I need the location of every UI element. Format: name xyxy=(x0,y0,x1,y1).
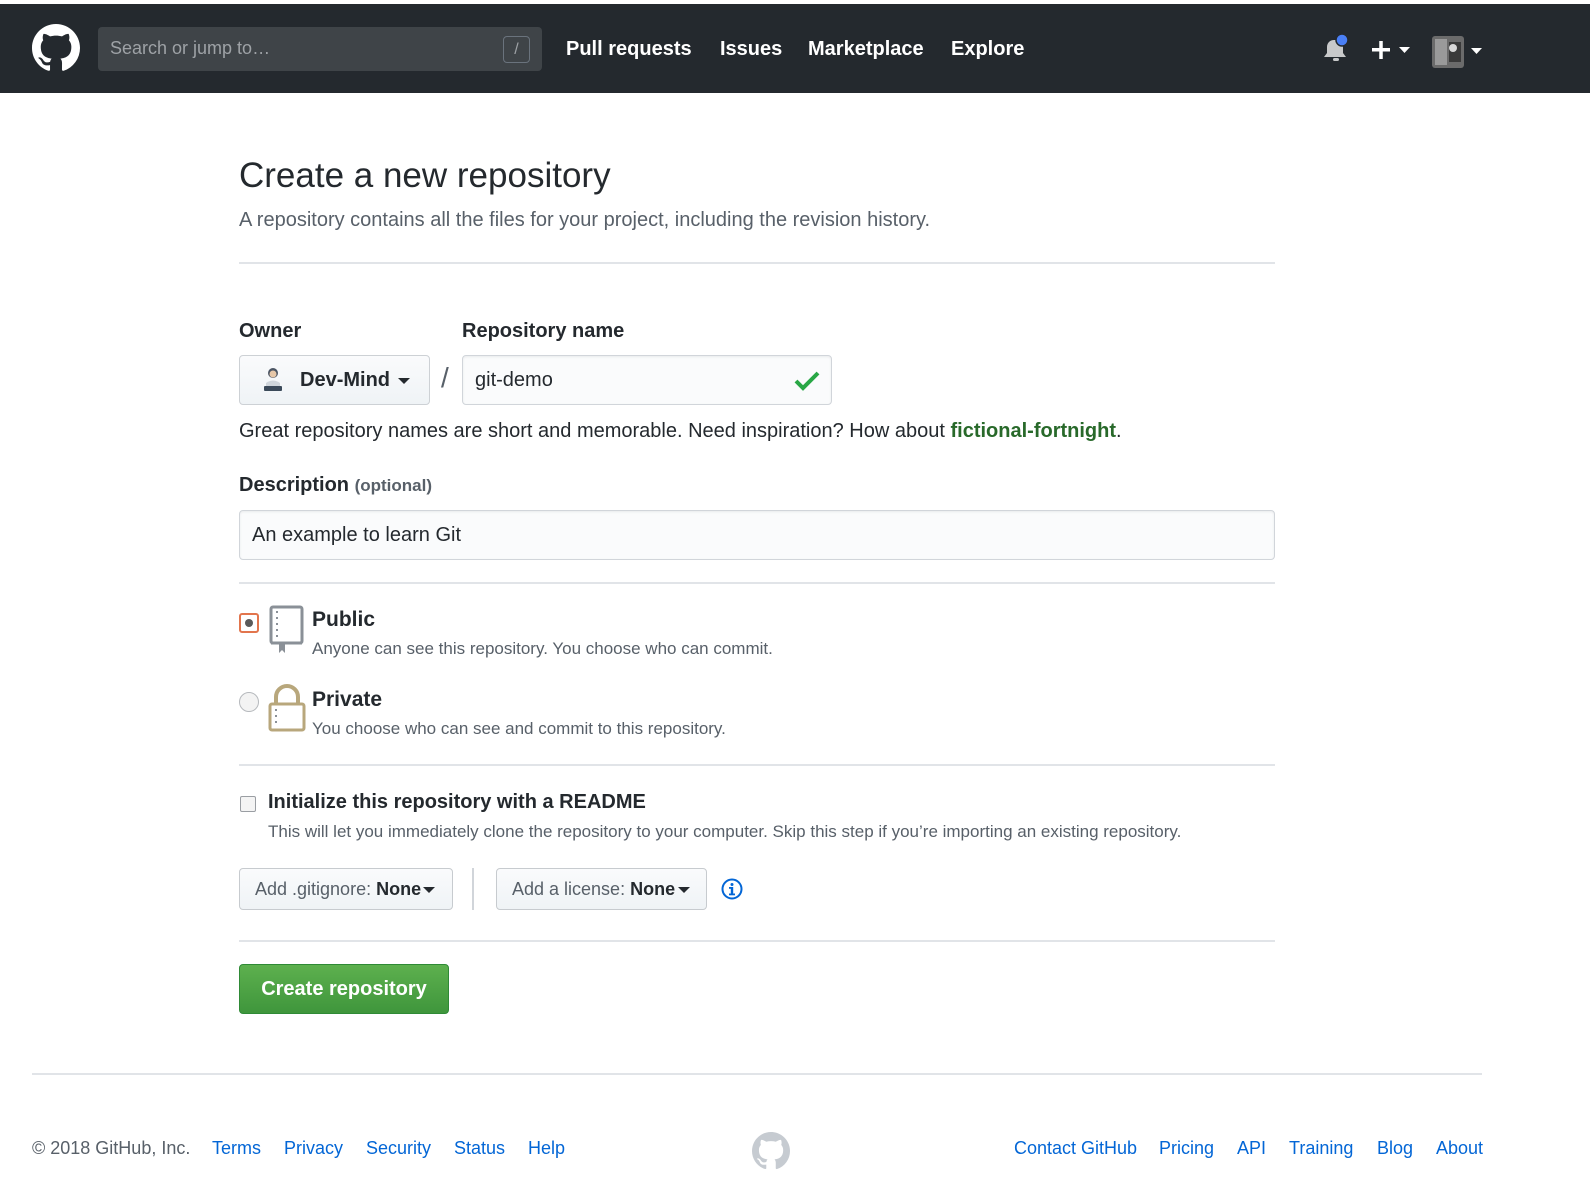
private-radio[interactable] xyxy=(239,692,259,712)
description-label: Description (optional) xyxy=(239,474,433,496)
optional-tag: (optional) xyxy=(354,476,433,495)
suggested-name-link[interactable]: fictional-fortnight xyxy=(950,420,1116,442)
nav-issues[interactable]: Issues xyxy=(720,37,782,61)
repo-name-label: Repository name xyxy=(462,320,625,342)
info-icon[interactable] xyxy=(721,878,743,900)
footer-link-pricing[interactable]: Pricing xyxy=(1159,1138,1214,1159)
global-header: Search or jump to… / Pull requests Issue… xyxy=(0,4,1590,93)
description-input[interactable] xyxy=(239,510,1275,560)
create-repository-button[interactable]: Create repository xyxy=(239,964,449,1014)
footer-link-api[interactable]: API xyxy=(1237,1138,1266,1159)
footer-link-status[interactable]: Status xyxy=(454,1138,505,1159)
public-option-title: Public xyxy=(312,608,376,631)
search-shortcut-key: / xyxy=(503,36,530,63)
github-logo-icon[interactable] xyxy=(32,24,80,72)
license-select-button[interactable]: Add a license: None xyxy=(496,868,707,910)
github-mark-icon[interactable] xyxy=(752,1132,790,1170)
divider xyxy=(239,262,1275,264)
private-option-desc: You choose who can see and commit to thi… xyxy=(312,719,726,738)
owner-select-button[interactable]: Dev-Mind xyxy=(239,355,430,405)
search-box[interactable]: Search or jump to… / xyxy=(98,27,542,71)
footer-link-terms[interactable]: Terms xyxy=(212,1138,261,1159)
chevron-down-icon xyxy=(678,887,690,893)
chevron-down-icon xyxy=(423,887,435,893)
public-radio[interactable] xyxy=(239,613,259,633)
readme-desc: This will let you immediately clone the … xyxy=(268,822,1182,841)
divider xyxy=(239,764,1275,766)
chevron-down-icon xyxy=(398,378,410,384)
divider xyxy=(239,582,1275,584)
divider xyxy=(239,940,1275,942)
avatar[interactable] xyxy=(1432,36,1486,68)
owner-name: Dev-Mind xyxy=(300,369,390,391)
public-option-desc: Anyone can see this repository. You choo… xyxy=(312,639,773,658)
repo-name-hint: Great repository names are short and mem… xyxy=(239,420,1122,442)
bell-icon[interactable] xyxy=(1322,34,1350,64)
search-input[interactable]: Search or jump to… xyxy=(110,38,270,59)
page-subtitle: A repository contains all the files for … xyxy=(239,209,931,231)
readme-title: Initialize this repository with a README xyxy=(268,791,646,813)
lock-icon xyxy=(268,684,306,732)
chevron-down-icon xyxy=(1399,47,1410,53)
footer-link-about[interactable]: About xyxy=(1436,1138,1483,1159)
footer-link-help[interactable]: Help xyxy=(528,1138,565,1159)
chevron-down-icon xyxy=(1471,48,1482,54)
page-title: Create a new repository xyxy=(239,156,611,195)
repo-name-input[interactable] xyxy=(462,355,832,405)
vertical-separator xyxy=(472,868,474,910)
footer-link-security[interactable]: Security xyxy=(366,1138,431,1159)
footer-link-privacy[interactable]: Privacy xyxy=(284,1138,343,1159)
owner-repo-separator: / xyxy=(441,362,449,393)
gitignore-select-button[interactable]: Add .gitignore: None xyxy=(239,868,453,910)
owner-avatar-icon xyxy=(264,368,282,391)
nav-explore[interactable]: Explore xyxy=(951,37,1024,61)
footer-copyright: © 2018 GitHub, Inc. xyxy=(32,1138,191,1158)
nav-pull-requests[interactable]: Pull requests xyxy=(566,37,692,61)
footer-link-training[interactable]: Training xyxy=(1289,1138,1353,1159)
nav-marketplace[interactable]: Marketplace xyxy=(808,37,924,61)
check-icon xyxy=(794,371,820,391)
readme-checkbox[interactable] xyxy=(240,796,256,812)
private-option-title: Private xyxy=(312,688,383,711)
plus-icon[interactable] xyxy=(1368,35,1414,65)
repo-book-icon xyxy=(269,605,304,653)
footer-divider xyxy=(32,1073,1482,1075)
footer-link-contact[interactable]: Contact GitHub xyxy=(1014,1138,1137,1159)
footer-link-blog[interactable]: Blog xyxy=(1377,1138,1413,1159)
owner-label: Owner xyxy=(239,320,302,342)
